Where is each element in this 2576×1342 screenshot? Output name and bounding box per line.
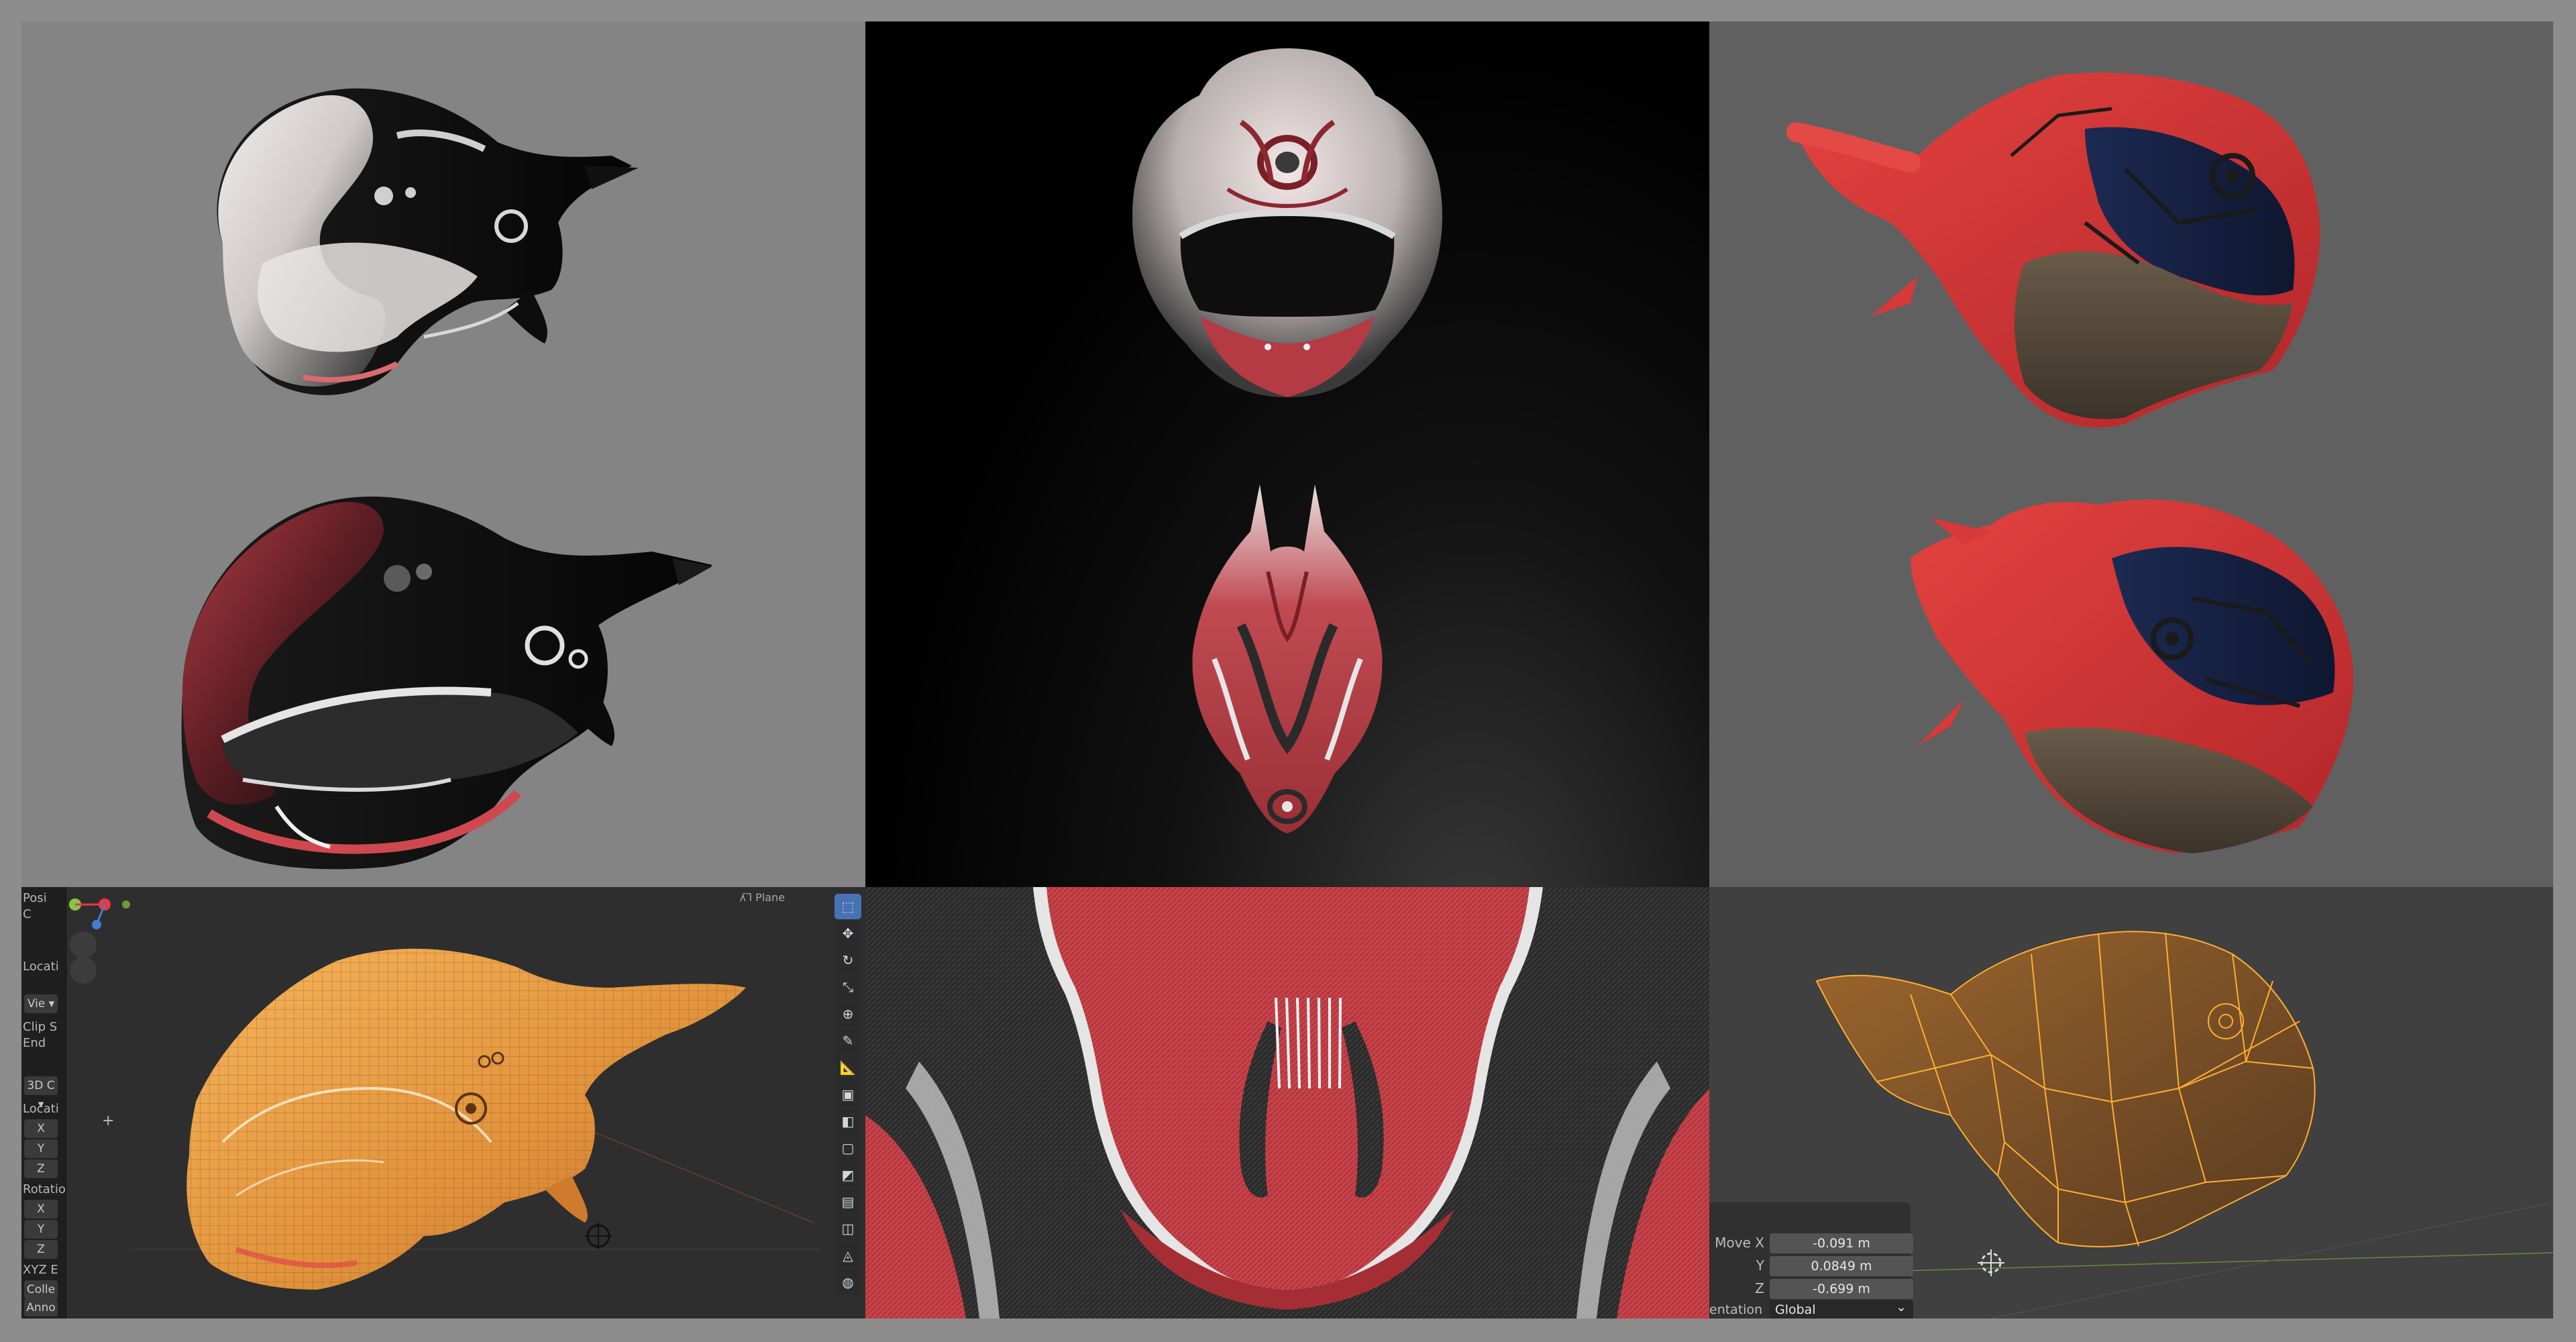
move-x-row[interactable]: Move X -0.091 m xyxy=(1709,1232,1913,1255)
move-z-label: Z xyxy=(1755,1280,1764,1296)
move-y-row[interactable]: Y 0.0849 m xyxy=(1709,1255,1913,1278)
zoom-icon[interactable] xyxy=(70,931,97,958)
measure-icon[interactable]: 📐 xyxy=(835,1055,861,1080)
strip-label: Clip S xyxy=(23,1020,58,1034)
inset-icon[interactable]: ▢ xyxy=(835,1135,861,1161)
bevel-icon[interactable]: ◩ xyxy=(835,1162,861,1188)
extrude-icon[interactable]: ◧ xyxy=(835,1108,861,1134)
navigation-gizmo[interactable] xyxy=(66,887,140,984)
annotate-icon[interactable]: ✎ xyxy=(835,1028,861,1053)
orientation-row[interactable]: entation Global ⌄ xyxy=(1709,1300,1913,1319)
collections-panel-toggle[interactable]: Colle ▾ xyxy=(24,1280,58,1315)
spin-icon[interactable]: ◍ xyxy=(835,1270,861,1295)
poly-build-icon[interactable]: ◬ xyxy=(835,1243,861,1268)
location-x-field[interactable]: X xyxy=(24,1119,58,1138)
rotation-x-field[interactable]: X xyxy=(24,1200,58,1219)
move-x-label: Move X xyxy=(1715,1235,1764,1251)
rotation-y-field[interactable]: Y xyxy=(24,1220,58,1239)
strip-label: C xyxy=(23,907,32,921)
header-title: ʎ⅂ Plane xyxy=(739,891,785,904)
adjust-last-operation-panel[interactable]: Move X -0.091 m Y 0.0849 m Z -0.699 m en… xyxy=(1709,1202,1913,1319)
knife-icon[interactable]: ◫ xyxy=(835,1216,861,1241)
strip-label: XYZ E xyxy=(23,1263,58,1277)
n-panel-left-strip[interactable]: Posi C Locati Vie ▾ Clip S End 3D C ▾ Lo… xyxy=(21,887,66,1319)
svg-text:+: + xyxy=(102,1113,114,1129)
pan-hand-icon[interactable] xyxy=(70,957,97,984)
move-z-row[interactable]: Z -0.699 m xyxy=(1709,1278,1913,1300)
3d-cursor[interactable] xyxy=(1978,1249,2004,1276)
render-helmets-black-white xyxy=(181,88,712,870)
orientation-label: entation xyxy=(1709,1302,1763,1317)
helmet-wireframe-orange: + xyxy=(102,948,820,1290)
helmet-top-white xyxy=(217,88,639,395)
scale-icon[interactable]: ⤡ xyxy=(835,974,861,1000)
move-icon[interactable]: ✥ xyxy=(835,921,861,946)
carbon-closeup-render xyxy=(865,887,1709,1319)
helmet-top-red xyxy=(1786,72,2320,428)
location-z-field[interactable]: Z xyxy=(24,1159,58,1178)
helmet-top-view xyxy=(1192,484,1383,833)
location-y-field[interactable]: Y xyxy=(24,1139,58,1158)
rotation-z-field[interactable]: Z xyxy=(24,1240,58,1259)
transform-icon[interactable]: ⊕ xyxy=(835,1001,861,1027)
move-y-label: Y xyxy=(1756,1257,1764,1274)
helmet-bottom-red-black xyxy=(181,497,712,870)
move-y-field[interactable]: 0.0849 m xyxy=(1770,1256,1913,1276)
orientation-dropdown[interactable]: Global ⌄ xyxy=(1770,1300,1913,1319)
3d-cursor[interactable] xyxy=(585,1223,612,1249)
3d-cursor-panel-toggle[interactable]: 3D C ▾ xyxy=(24,1076,58,1111)
render-helmets-red-carbon xyxy=(1786,72,2353,854)
move-x-field[interactable]: -0.091 m xyxy=(1770,1233,1913,1253)
render-helmets-symmetric-views xyxy=(1132,48,1442,833)
strip-label: Locati xyxy=(23,960,59,974)
toolbar-right[interactable]: ⬚ ✥ ↻ ⤡ ⊕ ✎ 📐 ▣ ◧ ▢ ◩ ▤ ◫ ◬ ◍ xyxy=(832,892,864,1296)
blender-viewport-left[interactable]: + Posi C Locati Vie ▾ Clip S End 3D C ▾ … xyxy=(21,887,865,1319)
select-box-icon[interactable]: ⬚ xyxy=(835,894,861,919)
blender-viewport-right[interactable]: Move X -0.091 m Y 0.0849 m Z -0.699 m en… xyxy=(1709,887,2553,1319)
render-panel-closeup xyxy=(865,887,1709,1319)
helmet-front-view xyxy=(1132,48,1442,397)
chevron-down-icon: ⌄ xyxy=(1896,1300,1907,1314)
strip-label: Posi xyxy=(23,891,47,905)
render-panel-grey-left xyxy=(21,21,865,887)
loop-cut-icon[interactable]: ▤ xyxy=(835,1189,861,1215)
orientation-value: Global xyxy=(1775,1302,1816,1317)
strip-label: Locati xyxy=(23,1102,59,1116)
move-z-field[interactable]: -0.699 m xyxy=(1770,1279,1913,1299)
helmet-bottom-red xyxy=(1911,499,2353,854)
render-panel-black-center xyxy=(865,21,1709,887)
annotations-panel-toggle[interactable]: Anno ▾ xyxy=(24,1299,58,1317)
strip-label: Rotatio xyxy=(23,1182,66,1196)
rotate-icon[interactable]: ↻ xyxy=(835,947,861,973)
add-cube-icon[interactable]: ▣ xyxy=(835,1082,861,1107)
view-panel-toggle[interactable]: Vie ▾ xyxy=(24,994,58,1013)
render-panel-grey-right xyxy=(1709,21,2553,887)
strip-label: End xyxy=(23,1036,46,1050)
